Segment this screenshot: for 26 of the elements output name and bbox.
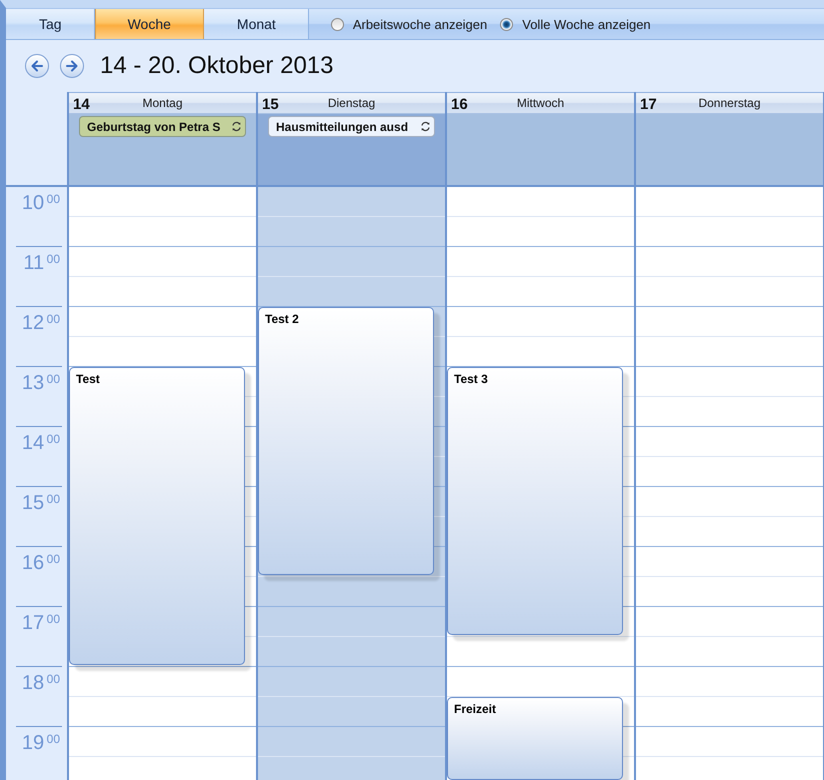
view-tab[interactable]: Monat [204, 9, 309, 39]
day-number: 17 [640, 96, 657, 113]
appointment-card[interactable]: Test [69, 367, 245, 665]
view-tab[interactable]: Tag [6, 9, 95, 39]
appointment-card[interactable]: Test 2 [258, 307, 434, 575]
day-name: Donnerstag [698, 96, 761, 110]
date-range-title: 14 - 20. Oktober 2013 [100, 52, 334, 80]
radio-button[interactable] [330, 18, 344, 30]
all-day-event[interactable]: Geburtstag von Petra S [79, 116, 246, 137]
radio-label[interactable]: Arbeitswoche anzeigen [352, 16, 488, 32]
radio-button[interactable] [500, 18, 514, 30]
day-name: Montag [142, 96, 183, 110]
radio-label[interactable]: Volle Woche anzeigen [522, 16, 651, 32]
day-name: Mittwoch [516, 96, 564, 110]
all-day-event[interactable]: Hausmitteilungen ausd [268, 116, 435, 137]
appointment-card[interactable]: Test 3 [447, 367, 623, 635]
day-name: Dienstag [328, 96, 376, 110]
view-tab[interactable]: Woche [94, 9, 204, 39]
day-number: 15 [262, 96, 279, 113]
previous-button[interactable] [25, 54, 49, 78]
day-number: 16 [451, 96, 468, 113]
appointment-card[interactable]: Freizeit [447, 697, 623, 780]
next-button[interactable] [60, 54, 84, 78]
arrow-right-icon [65, 59, 79, 73]
day-number: 14 [73, 96, 90, 113]
arrow-left-icon [30, 59, 44, 73]
